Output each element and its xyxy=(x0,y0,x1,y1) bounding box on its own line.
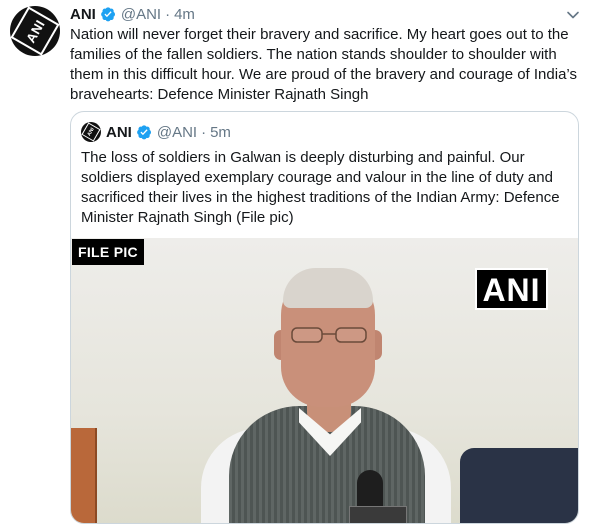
avatar[interactable]: ANI xyxy=(10,6,60,56)
quoted-tweet-media[interactable]: FILE PIC ANI xyxy=(71,238,578,523)
tweet-text: Nation will never forget their bravery a… xyxy=(70,26,577,103)
ani-logo-small: ANI xyxy=(81,122,101,142)
author-name[interactable]: ANI xyxy=(70,6,96,23)
quoted-timestamp: 5m xyxy=(210,123,231,141)
avatar-logo-text: ANI xyxy=(22,16,48,46)
ani-watermark: ANI xyxy=(475,268,548,310)
photo-door xyxy=(71,428,97,523)
chevron-down-icon[interactable] xyxy=(566,8,580,22)
separator-dot: · xyxy=(201,123,207,141)
timestamp[interactable]: 4m xyxy=(174,6,195,23)
quoted-tweet-header: ANI ANI @ANI · 5m xyxy=(81,122,231,142)
ani-logo: ANI xyxy=(10,6,60,56)
author-handle[interactable]: @ANI xyxy=(121,6,161,23)
verified-badge-icon xyxy=(100,7,115,22)
tweet[interactable]: ANI ANI @ANI · 4m Nation will never forg… xyxy=(0,0,598,526)
quoted-tweet-text: The loss of soldiers in Galwan is deeply… xyxy=(81,149,560,226)
quoted-avatar: ANI xyxy=(81,122,101,142)
separator-dot: · xyxy=(165,5,171,23)
file-pic-badge: FILE PIC xyxy=(72,239,144,265)
quoted-author-handle: @ANI xyxy=(156,123,198,141)
quoted-avatar-logo-text: ANI xyxy=(86,126,96,138)
tweet-header: ANI @ANI · 4m xyxy=(70,4,195,24)
photo-hair xyxy=(283,268,373,308)
verified-badge-icon xyxy=(136,125,151,140)
quoted-author-name: ANI xyxy=(106,123,132,141)
quoted-tweet[interactable]: ANI ANI @ANI · 5m The loss of soldiers i… xyxy=(70,111,579,524)
photo-chair xyxy=(460,448,578,523)
photo-glasses xyxy=(291,327,367,343)
photo-mic-flag xyxy=(349,506,407,523)
